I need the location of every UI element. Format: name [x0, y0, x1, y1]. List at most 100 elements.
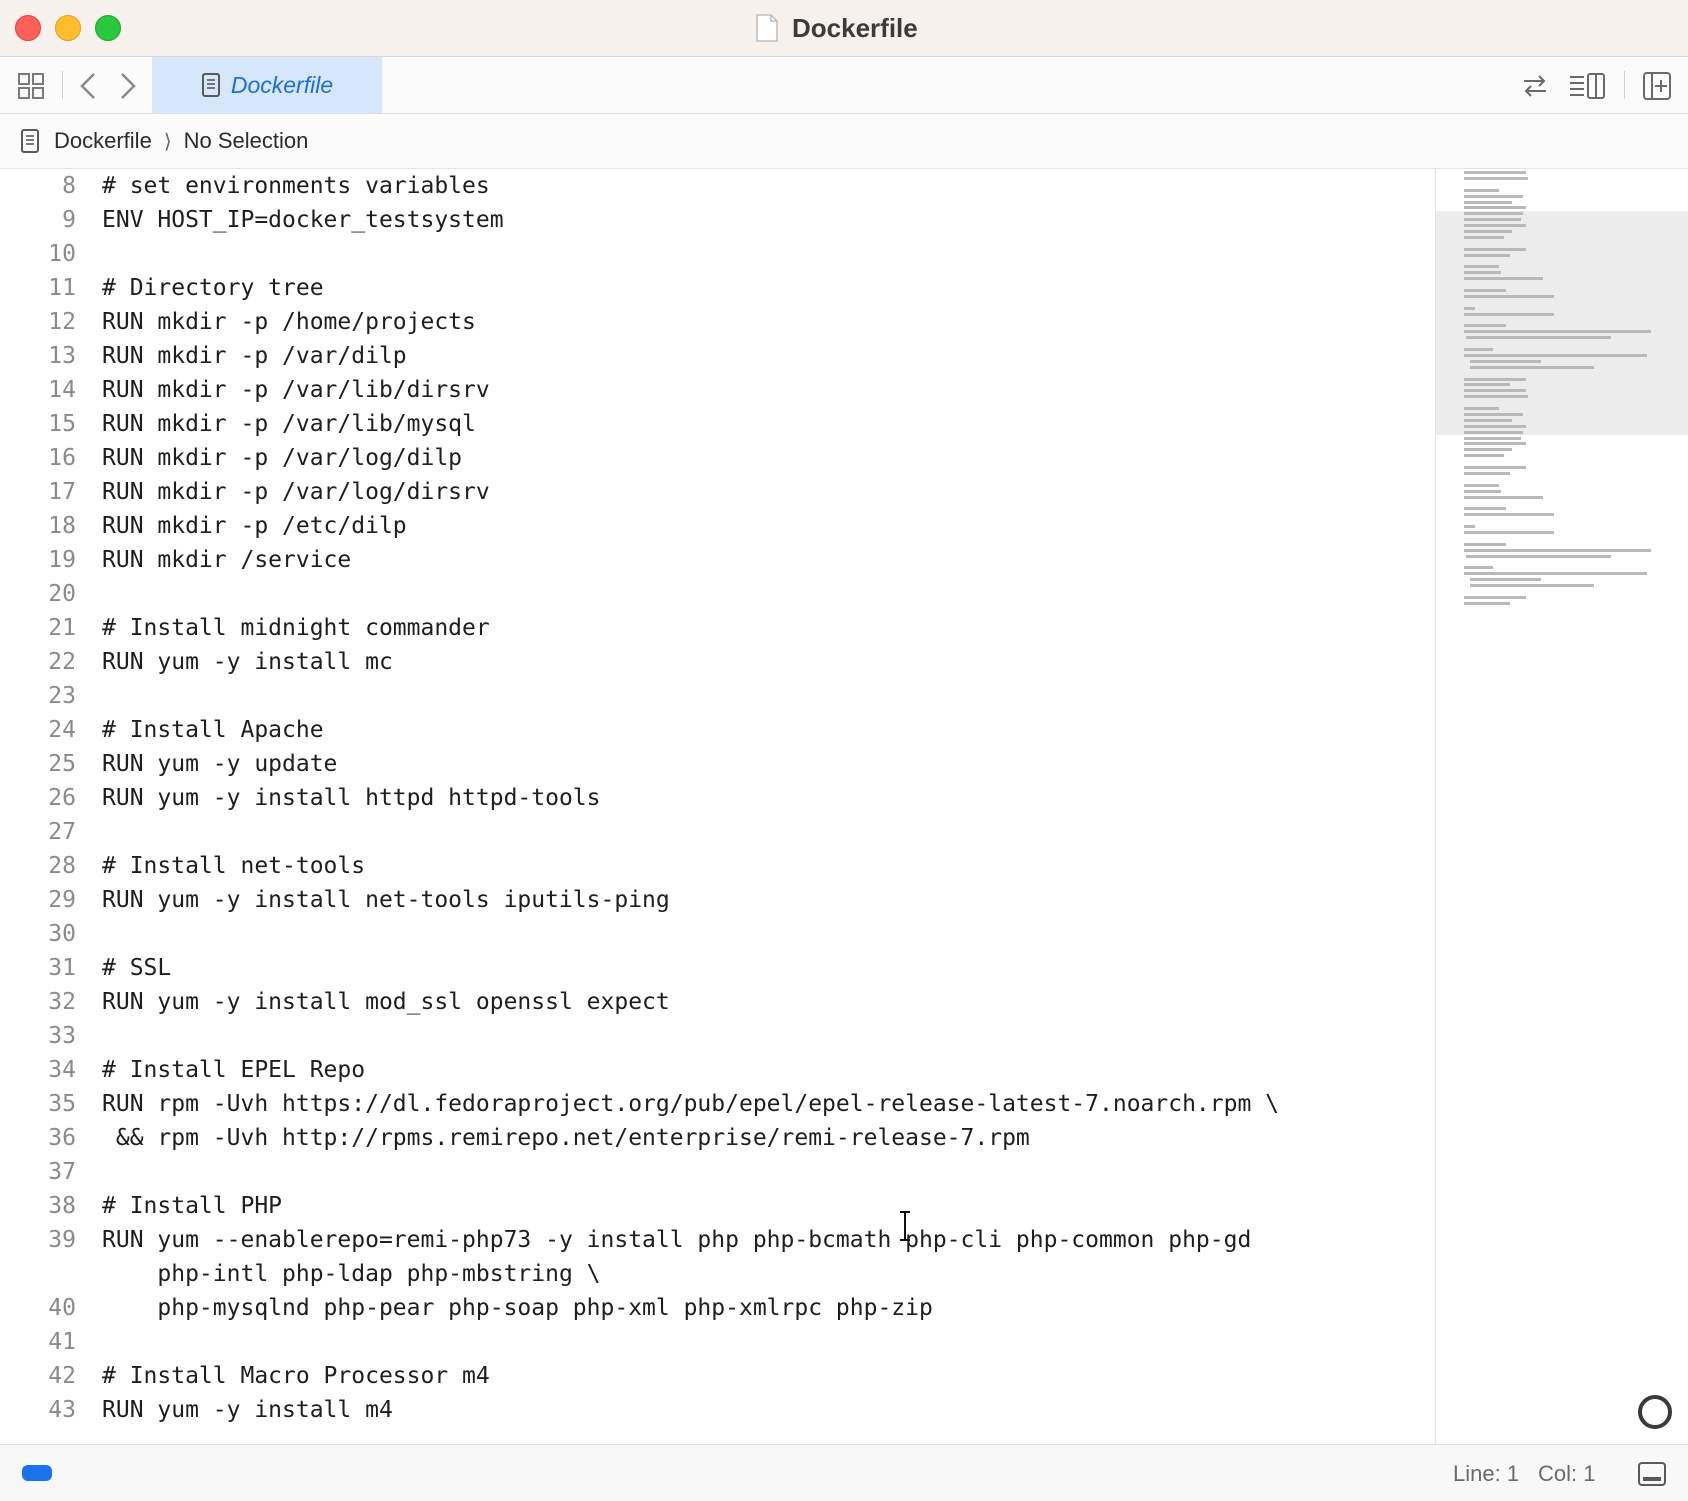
line-number: 21	[48, 615, 76, 641]
minimap-line	[1464, 306, 1475, 310]
code-editor[interactable]: 8 # set environments variables 9 ENV HOST_I…	[0, 169, 1435, 1444]
minimap-line	[1464, 466, 1526, 469]
minimap-line	[1470, 365, 1594, 369]
code-line[interactable]: 37	[0, 1155, 1435, 1189]
code-line[interactable]: 33	[0, 1019, 1435, 1053]
code-line[interactable]: 10	[0, 237, 1435, 271]
code-line[interactable]: 24 # Install Apache	[0, 713, 1435, 747]
code-line[interactable]: 26 RUN yum -y install httpd httpd-tools	[0, 781, 1435, 815]
code-line[interactable]: 30	[0, 917, 1435, 951]
code-text: # Install Apache	[102, 717, 324, 743]
code-line[interactable]: 22 RUN yum -y install mc	[0, 645, 1435, 679]
activity-indicator-icon	[1638, 1395, 1672, 1429]
minimap-line	[1464, 418, 1513, 422]
code-line[interactable]: 23	[0, 679, 1435, 713]
code-text: RUN mkdir /service	[102, 547, 352, 573]
status-indicator[interactable]	[22, 1465, 52, 1481]
minimap-line	[1465, 554, 1611, 558]
code-line[interactable]: 34 # Install EPEL Repo	[0, 1053, 1435, 1087]
breadcrumb-selection[interactable]: No Selection	[184, 128, 309, 154]
code-text: RUN mkdir -p /var/dilp	[102, 343, 407, 369]
code-text: RUN mkdir -p /etc/dilp	[102, 513, 407, 539]
minimap-line	[1464, 353, 1647, 357]
code-text: php-intl php-ldap php-mbstring \	[102, 1261, 601, 1287]
code-text: RUN yum -y install mc	[102, 649, 393, 675]
code-line[interactable]: 21 # Install midnight commander	[0, 611, 1435, 645]
text-cursor-icon	[900, 1211, 910, 1241]
code-line[interactable]: 19 RUN mkdir /service	[0, 543, 1435, 577]
code-line[interactable]: 16 RUN mkdir -p /var/log/dilp	[0, 441, 1435, 475]
code-line[interactable]: 40 php-mysqlnd php-pear php-soap php-xml…	[0, 1291, 1435, 1325]
code-line[interactable]: 17 RUN mkdir -p /var/log/dirsrv	[0, 475, 1435, 509]
code-line[interactable]: 12 RUN mkdir -p /home/projects	[0, 305, 1435, 339]
code-text: # Install net-tools	[102, 853, 366, 879]
swap-arrows-icon[interactable]	[1520, 71, 1550, 101]
code-line[interactable]: 20	[0, 577, 1435, 611]
line-number	[0, 1257, 102, 1291]
minimize-window-button[interactable]	[55, 15, 81, 41]
panel-toggle-icon[interactable]	[1637, 1461, 1667, 1487]
code-line[interactable]: 27	[0, 815, 1435, 849]
code-line[interactable]: 28 # Install net-tools	[0, 849, 1435, 883]
minimap-viewport[interactable]	[1436, 211, 1688, 435]
code-line[interactable]: 43 RUN yum -y install m4	[0, 1393, 1435, 1427]
minimap-line	[1464, 483, 1500, 487]
code-line[interactable]: 41	[0, 1325, 1435, 1359]
line-number: 10	[48, 241, 76, 267]
toolbar: Dockerfile	[0, 57, 1688, 114]
tab-dockerfile[interactable]: Dockerfile	[152, 57, 382, 113]
minimap-line	[1464, 253, 1511, 257]
minimap-line	[1464, 330, 1651, 334]
window-title: Dockerfile	[792, 12, 918, 43]
inspector-icon[interactable]	[1568, 71, 1608, 101]
code-text: # Install PHP	[102, 1193, 283, 1219]
line-number: 26	[48, 785, 76, 811]
code-text: RUN yum -y install mod_ssl openssl expec…	[102, 989, 670, 1015]
chevron-left-icon[interactable]	[76, 71, 102, 101]
minimap-line	[1464, 407, 1500, 410]
code-line[interactable]: 39 RUN yum --enablerepo=remi-php73 -y ins…	[0, 1223, 1435, 1257]
code-line[interactable]: 31 # SSL	[0, 951, 1435, 985]
code-line[interactable]: 42 # Install Macro Processor m4	[0, 1359, 1435, 1393]
code-text: RUN mkdir -p /var/log/dilp	[102, 445, 463, 471]
code-line[interactable]: 13 RUN mkdir -p /var/dilp	[0, 339, 1435, 373]
code-line[interactable]: 35 RUN rpm -Uvh https://dl.fedoraproject.…	[0, 1087, 1435, 1121]
minimap-line	[1464, 601, 1511, 605]
code-line[interactable]: 9 ENV HOST_IP=docker_testsystem	[0, 203, 1435, 237]
minimap-line	[1464, 389, 1526, 393]
code-text: RUN yum -y install httpd httpd-tools	[102, 785, 601, 811]
code-line[interactable]: 25 RUN yum -y update	[0, 747, 1435, 781]
breadcrumb-file[interactable]: Dockerfile	[54, 128, 152, 154]
line-number: 40	[48, 1295, 76, 1321]
close-window-button[interactable]	[15, 15, 41, 41]
chevron-right-icon[interactable]	[114, 71, 140, 101]
code-text: && rpm -Uvh http://rpms.remirepo.net/ent…	[102, 1125, 1030, 1151]
minimap-line	[1464, 271, 1502, 275]
code-line[interactable]: php-intl php-ldap php-mbstring \	[0, 1257, 1435, 1291]
file-icon	[21, 129, 39, 153]
minimap-line	[1464, 324, 1506, 328]
code-line[interactable]: 32 RUN yum -y install mod_ssl openssl exp…	[0, 985, 1435, 1019]
code-line[interactable]: 36 && rpm -Uvh http://rpms.remirepo.net/…	[0, 1121, 1435, 1155]
code-line[interactable]: 8 # set environments variables	[0, 169, 1435, 203]
minimap[interactable]	[1435, 169, 1688, 1444]
line-number: 17	[48, 479, 76, 505]
line-number: 30	[48, 921, 76, 947]
toolbar-divider	[62, 71, 63, 99]
zoom-window-button[interactable]	[95, 15, 121, 41]
code-line[interactable]: 29 RUN yum -y install net-tools iputils-p…	[0, 883, 1435, 917]
code-line[interactable]: 15 RUN mkdir -p /var/lib/mysql	[0, 407, 1435, 441]
window-title-group: Dockerfile	[756, 12, 918, 44]
code-line[interactable]: 14 RUN mkdir -p /var/lib/dirsrv	[0, 373, 1435, 407]
minimap-line	[1464, 395, 1528, 399]
line-number: 18	[48, 513, 76, 539]
add-editor-icon[interactable]	[1642, 71, 1672, 101]
toolbar-divider	[1624, 71, 1625, 99]
code-line[interactable]: 38 # Install PHP	[0, 1189, 1435, 1223]
grid-icon[interactable]	[16, 71, 46, 101]
code-line[interactable]: 11 # Directory tree	[0, 271, 1435, 305]
code-line[interactable]: 18 RUN mkdir -p /etc/dilp	[0, 509, 1435, 543]
minimap-line	[1464, 200, 1513, 204]
line-number: 9	[62, 207, 76, 233]
minimap-line	[1464, 171, 1526, 174]
